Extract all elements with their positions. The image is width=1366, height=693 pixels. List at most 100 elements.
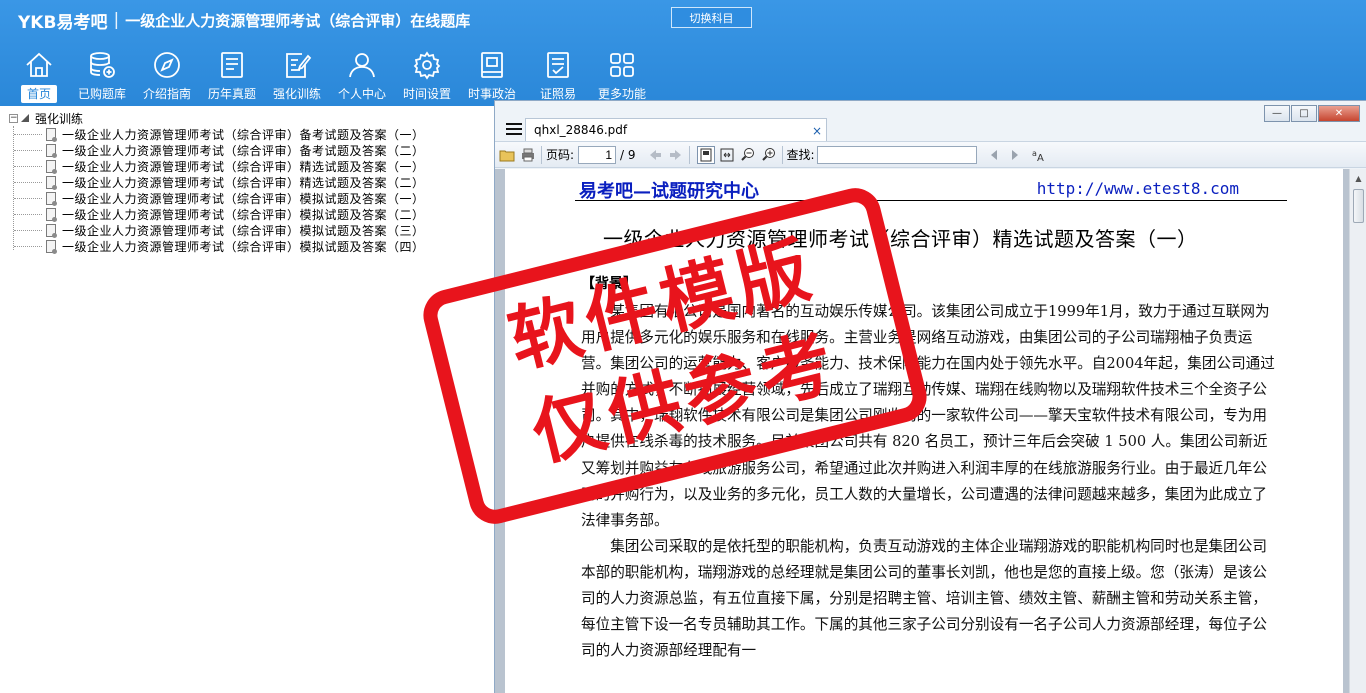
toolbar-separator xyxy=(688,145,690,164)
tree-item-label: 一级企业人力资源管理师考试（综合评审）备考试题及答案（二） xyxy=(62,143,425,158)
brand-separator: | xyxy=(113,10,120,30)
tree-item[interactable]: 一级企业人力资源管理师考试（综合评审）模拟试题及答案（一） xyxy=(14,190,425,206)
find-input[interactable] xyxy=(816,145,977,164)
grid-icon xyxy=(610,53,634,77)
pdf-paragraph: 集团公司采取的是依托型的职能机构，负责互动游戏的主体企业瑞翔游戏的职能机构同时也… xyxy=(581,537,1267,660)
nav-training[interactable]: 强化训练 xyxy=(267,48,327,106)
find-prev-button[interactable] xyxy=(985,146,1003,164)
pdf-page: 易考吧—试题研究中心 http://www.etest8.com 一级企业人力资… xyxy=(505,169,1343,693)
tree-item[interactable]: 一级企业人力资源管理师考试（综合评审）备考试题及答案（二） xyxy=(14,142,425,158)
nav-time-settings[interactable]: 时间设置 xyxy=(397,48,457,106)
home-icon xyxy=(26,52,52,77)
tree-connector xyxy=(14,165,42,167)
app-logo: YKB易考吧 xyxy=(18,12,108,33)
nav-politics[interactable]: 时事政治 xyxy=(462,48,522,106)
pdf-page-header: 易考吧—试题研究中心 http://www.etest8.com xyxy=(575,175,1287,202)
menu-icon[interactable] xyxy=(506,123,522,137)
triangle-right-icon xyxy=(1011,149,1018,160)
open-file-button[interactable] xyxy=(498,146,516,164)
fit-width-button[interactable] xyxy=(718,146,736,164)
tree-connector xyxy=(14,149,42,151)
tree-item[interactable]: 一级企业人力资源管理师考试（综合评审）模拟试题及答案（四） xyxy=(14,238,425,254)
nav-label: 历年真题 xyxy=(208,87,257,101)
page-number-input[interactable] xyxy=(578,145,617,164)
svg-text:A: A xyxy=(1037,153,1044,163)
user-icon xyxy=(349,53,375,78)
tree-connector xyxy=(14,229,42,231)
pdf-body: 某集团有限公司是国内著名的互动娱乐传媒公司。该集团公司成立于1999年1月，致力… xyxy=(581,299,1281,664)
switch-subject-button[interactable]: 切换科目 xyxy=(671,7,752,28)
tree-root-label: 强化训练 xyxy=(35,111,84,126)
prev-page-button[interactable] xyxy=(646,146,664,164)
nav-label: 强化训练 xyxy=(273,87,322,101)
nav-guide[interactable]: 介绍指南 xyxy=(137,48,197,106)
find-next-button[interactable] xyxy=(1006,146,1024,164)
gear-icon xyxy=(413,51,441,80)
document-icon xyxy=(46,223,57,238)
book-icon xyxy=(481,52,503,78)
page-label: 页码: xyxy=(546,148,575,162)
zoom-in-icon xyxy=(761,147,775,161)
pdf-tab[interactable]: qhxl_28846.pdf × xyxy=(525,118,827,141)
nav-home[interactable]: 首页 xyxy=(14,48,64,106)
checklist-icon xyxy=(547,52,569,78)
edit-icon xyxy=(286,53,312,78)
pdf-page-area: 易考吧—试题研究中心 http://www.etest8.com 一级企业人力资… xyxy=(495,169,1366,693)
pdf-tab-title: qhxl_28846.pdf xyxy=(534,123,628,137)
tree-connector xyxy=(14,197,42,199)
nav-label: 介绍指南 xyxy=(143,87,192,101)
nav-purchased[interactable]: 已购题库 xyxy=(72,48,132,106)
nav-past-exams[interactable]: 历年真题 xyxy=(202,48,262,106)
print-icon xyxy=(522,148,534,161)
find-label: 查找: xyxy=(786,148,815,162)
nav-more[interactable]: 更多功能 xyxy=(592,48,652,106)
match-case-button[interactable]: aA xyxy=(1030,146,1048,164)
tree-connector xyxy=(14,213,42,215)
pdf-header-source: 易考吧—试题研究中心 xyxy=(579,181,759,202)
toolbar-separator xyxy=(541,145,542,164)
fit-page-button[interactable] xyxy=(696,145,715,164)
app-header: YKB易考吧 | 一级企业人力资源管理师考试（综合评审）在线题库 切换科目 首页… xyxy=(0,0,1366,106)
pdf-paragraph: 某集团有限公司是国内著名的互动娱乐传媒公司。该集团公司成立于1999年1月，致力… xyxy=(581,303,1275,529)
tab-close-icon[interactable]: × xyxy=(812,124,822,138)
fit-width-icon xyxy=(720,148,734,161)
tree-item[interactable]: 一级企业人力资源管理师考试（综合评审）备考试题及答案（一） xyxy=(14,126,425,142)
tree-item[interactable]: 一级企业人力资源管理师考试（综合评审）模拟试题及答案（三） xyxy=(14,222,425,238)
collapse-icon[interactable]: − xyxy=(9,113,18,123)
scroll-thumb[interactable] xyxy=(1353,189,1364,223)
match-case-icon: aA xyxy=(1032,149,1044,163)
arrow-right-icon xyxy=(669,149,681,160)
print-button[interactable] xyxy=(519,146,537,164)
tree-root[interactable]: − 强化训练 xyxy=(9,111,84,126)
list-icon xyxy=(221,52,243,78)
tree-connector xyxy=(14,245,42,247)
pdf-tabbar: qhxl_28846.pdf × xyxy=(495,117,1366,141)
document-icon xyxy=(46,175,57,190)
nav-profile[interactable]: 个人中心 xyxy=(332,48,392,106)
document-icon xyxy=(46,239,57,254)
nav-label: 已购题库 xyxy=(78,87,127,101)
triangle-left-icon xyxy=(990,149,997,160)
document-icon xyxy=(46,127,57,142)
tree-item[interactable]: 一级企业人力资源管理师考试（综合评审）模拟试题及答案（二） xyxy=(14,206,425,222)
zoom-in-button[interactable] xyxy=(760,146,778,164)
folder-icon xyxy=(499,150,515,161)
document-icon xyxy=(46,159,57,174)
zoom-out-button[interactable] xyxy=(739,146,757,164)
pdf-viewer-window: — □ ✕ qhxl_28846.pdf × 页码: / 9 xyxy=(494,100,1366,693)
nav-certificate[interactable]: 证照易 xyxy=(531,48,585,106)
next-page-button[interactable] xyxy=(667,146,685,164)
nav-label: 首页 xyxy=(20,85,57,103)
tree-connector xyxy=(14,181,42,183)
tree-item-label: 一级企业人力资源管理师考试（综合评审）精选试题及答案（一） xyxy=(62,159,425,174)
scroll-up-icon[interactable]: ▲ xyxy=(1350,169,1366,187)
tree-item-label: 一级企业人力资源管理师考试（综合评审）精选试题及答案（二） xyxy=(62,175,425,190)
zoom-out-icon xyxy=(740,147,754,161)
pdf-vertical-scrollbar[interactable]: ▲ xyxy=(1349,169,1366,693)
tree-item[interactable]: 一级企业人力资源管理师考试（综合评审）精选试题及答案（二） xyxy=(14,174,425,190)
pdf-document-title: 一级企业人力资源管理师考试（综合评审）精选试题及答案（一） xyxy=(603,227,1198,251)
pdf-toolbar: 页码: / 9 查找: aA xyxy=(495,141,1366,168)
page-total: / 9 xyxy=(620,147,636,162)
tree-item[interactable]: 一级企业人力资源管理师考试（综合评审）精选试题及答案（一） xyxy=(14,158,425,174)
pdf-section-heading: 【背景】 xyxy=(581,276,637,292)
